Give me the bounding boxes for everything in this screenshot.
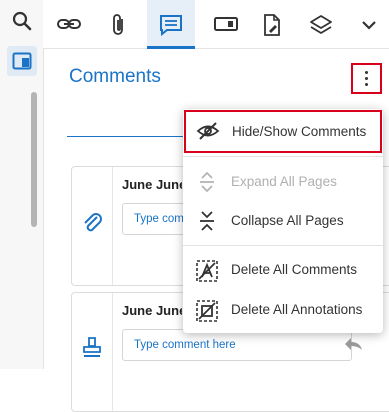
options-menu: Hide/Show Comments Expand All Pages Coll… bbox=[183, 109, 383, 333]
collapse-icon bbox=[200, 211, 214, 231]
form-field-button[interactable] bbox=[203, 0, 247, 48]
paperclip-icon bbox=[84, 213, 102, 232]
menu-divider bbox=[183, 156, 383, 157]
more-tools-button[interactable] bbox=[348, 0, 389, 48]
menu-item-delete-all-comments[interactable]: Delete All Comments bbox=[183, 249, 383, 289]
card-icon-column bbox=[72, 167, 113, 285]
eye-slash-icon bbox=[196, 122, 220, 140]
search-icon[interactable] bbox=[11, 10, 33, 32]
comment-date: June June bbox=[122, 303, 182, 318]
stamp-icon bbox=[83, 337, 101, 357]
sign-document-button[interactable] bbox=[250, 0, 294, 48]
menu-item-collapse-all-pages[interactable]: Collapse All Pages bbox=[183, 200, 383, 240]
comments-icon bbox=[160, 15, 182, 37]
link-button[interactable] bbox=[46, 0, 90, 48]
attachment-button[interactable] bbox=[98, 0, 142, 48]
delete-annotations-icon bbox=[196, 300, 218, 322]
comment-date: June June bbox=[122, 177, 182, 192]
kebab-dot bbox=[365, 83, 368, 86]
menu-item-label: Delete All Comments bbox=[231, 262, 358, 277]
toolbar bbox=[43, 0, 389, 49]
comments-button[interactable] bbox=[147, 0, 195, 49]
reply-icon[interactable] bbox=[342, 336, 364, 352]
menu-item-hide-show-comments[interactable]: Hide/Show Comments bbox=[184, 110, 382, 153]
card-icon-column bbox=[72, 293, 113, 411]
form-field-icon bbox=[214, 17, 238, 31]
menu-item-expand-all-pages: Expand All Pages bbox=[183, 161, 383, 201]
attachment-icon bbox=[113, 14, 123, 35]
expand-icon bbox=[200, 171, 214, 193]
layers-button[interactable] bbox=[298, 0, 342, 48]
menu-item-delete-all-annotations[interactable]: Delete All Annotations bbox=[183, 289, 383, 329]
menu-item-label: Collapse All Pages bbox=[231, 213, 344, 228]
comment-input[interactable]: Type comment here bbox=[122, 329, 352, 361]
chevron-down-icon bbox=[362, 21, 376, 30]
delete-comments-icon bbox=[196, 260, 218, 282]
menu-divider bbox=[183, 245, 383, 246]
panel-icon bbox=[12, 52, 32, 70]
layers-icon bbox=[310, 15, 332, 34]
panel-title: Comments bbox=[69, 66, 161, 87]
panel-toggle-button[interactable] bbox=[7, 46, 37, 76]
scrollbar[interactable] bbox=[31, 92, 37, 227]
kebab-dot bbox=[365, 71, 368, 74]
menu-item-label: Hide/Show Comments bbox=[232, 124, 367, 139]
menu-item-label: Delete All Annotations bbox=[231, 302, 363, 317]
sign-document-icon bbox=[264, 14, 280, 36]
tab-underline bbox=[67, 136, 197, 137]
kebab-dot bbox=[365, 77, 368, 80]
left-rail bbox=[0, 0, 44, 369]
menu-item-label: Expand All Pages bbox=[231, 174, 337, 189]
more-options-button[interactable] bbox=[351, 63, 382, 94]
link-icon bbox=[57, 19, 81, 29]
